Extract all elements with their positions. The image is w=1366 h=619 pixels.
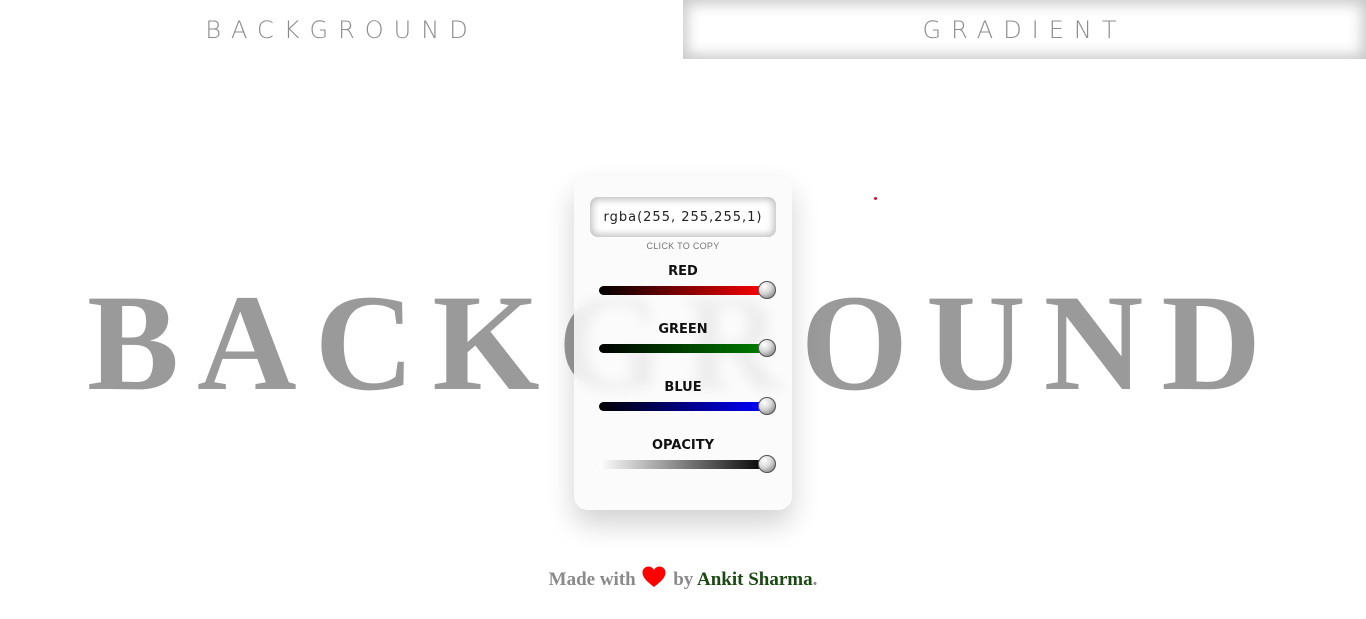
- tab-background[interactable]: BACKGROUND: [0, 0, 683, 59]
- green-slider-label: GREEN: [658, 322, 708, 337]
- mode-tabs: BACKGROUND GRADIENT: [0, 0, 1366, 59]
- cursor-dot: [874, 197, 877, 200]
- rgba-value-copy-field[interactable]: rgba(255, 255,255,1): [590, 197, 776, 237]
- author-link[interactable]: Ankit Sharma: [697, 569, 813, 590]
- blue-slider[interactable]: [599, 397, 776, 415]
- tab-background-label: BACKGROUND: [205, 15, 478, 44]
- tab-gradient[interactable]: GRADIENT: [683, 0, 1366, 59]
- copy-hint: CLICK TO COPY: [646, 241, 720, 251]
- heart-icon: [642, 566, 666, 594]
- footer-made-with: Made with: [548, 569, 636, 590]
- green-slider-thumb[interactable]: [758, 339, 776, 357]
- tab-gradient-label: GRADIENT: [922, 15, 1127, 44]
- red-slider[interactable]: [599, 281, 776, 299]
- footer-credit: Made with by Ankit Sharma.: [0, 566, 1366, 594]
- color-picker-card: rgba(255, 255,255,1) CLICK TO COPY RED G…: [574, 176, 792, 510]
- opacity-slider-thumb[interactable]: [758, 455, 776, 473]
- opacity-slider-label: OPACITY: [651, 438, 715, 453]
- blue-slider-label: BLUE: [664, 380, 702, 395]
- red-slider-label: RED: [668, 264, 698, 279]
- footer-by: by: [673, 569, 694, 590]
- green-slider[interactable]: [599, 339, 776, 357]
- blue-slider-thumb[interactable]: [758, 397, 776, 415]
- opacity-slider[interactable]: [599, 455, 776, 473]
- red-slider-thumb[interactable]: [758, 281, 776, 299]
- footer-period: .: [812, 569, 818, 590]
- app-root: BACKGROUND GRADIENT BACKGROUND rgba(255,…: [0, 0, 1366, 619]
